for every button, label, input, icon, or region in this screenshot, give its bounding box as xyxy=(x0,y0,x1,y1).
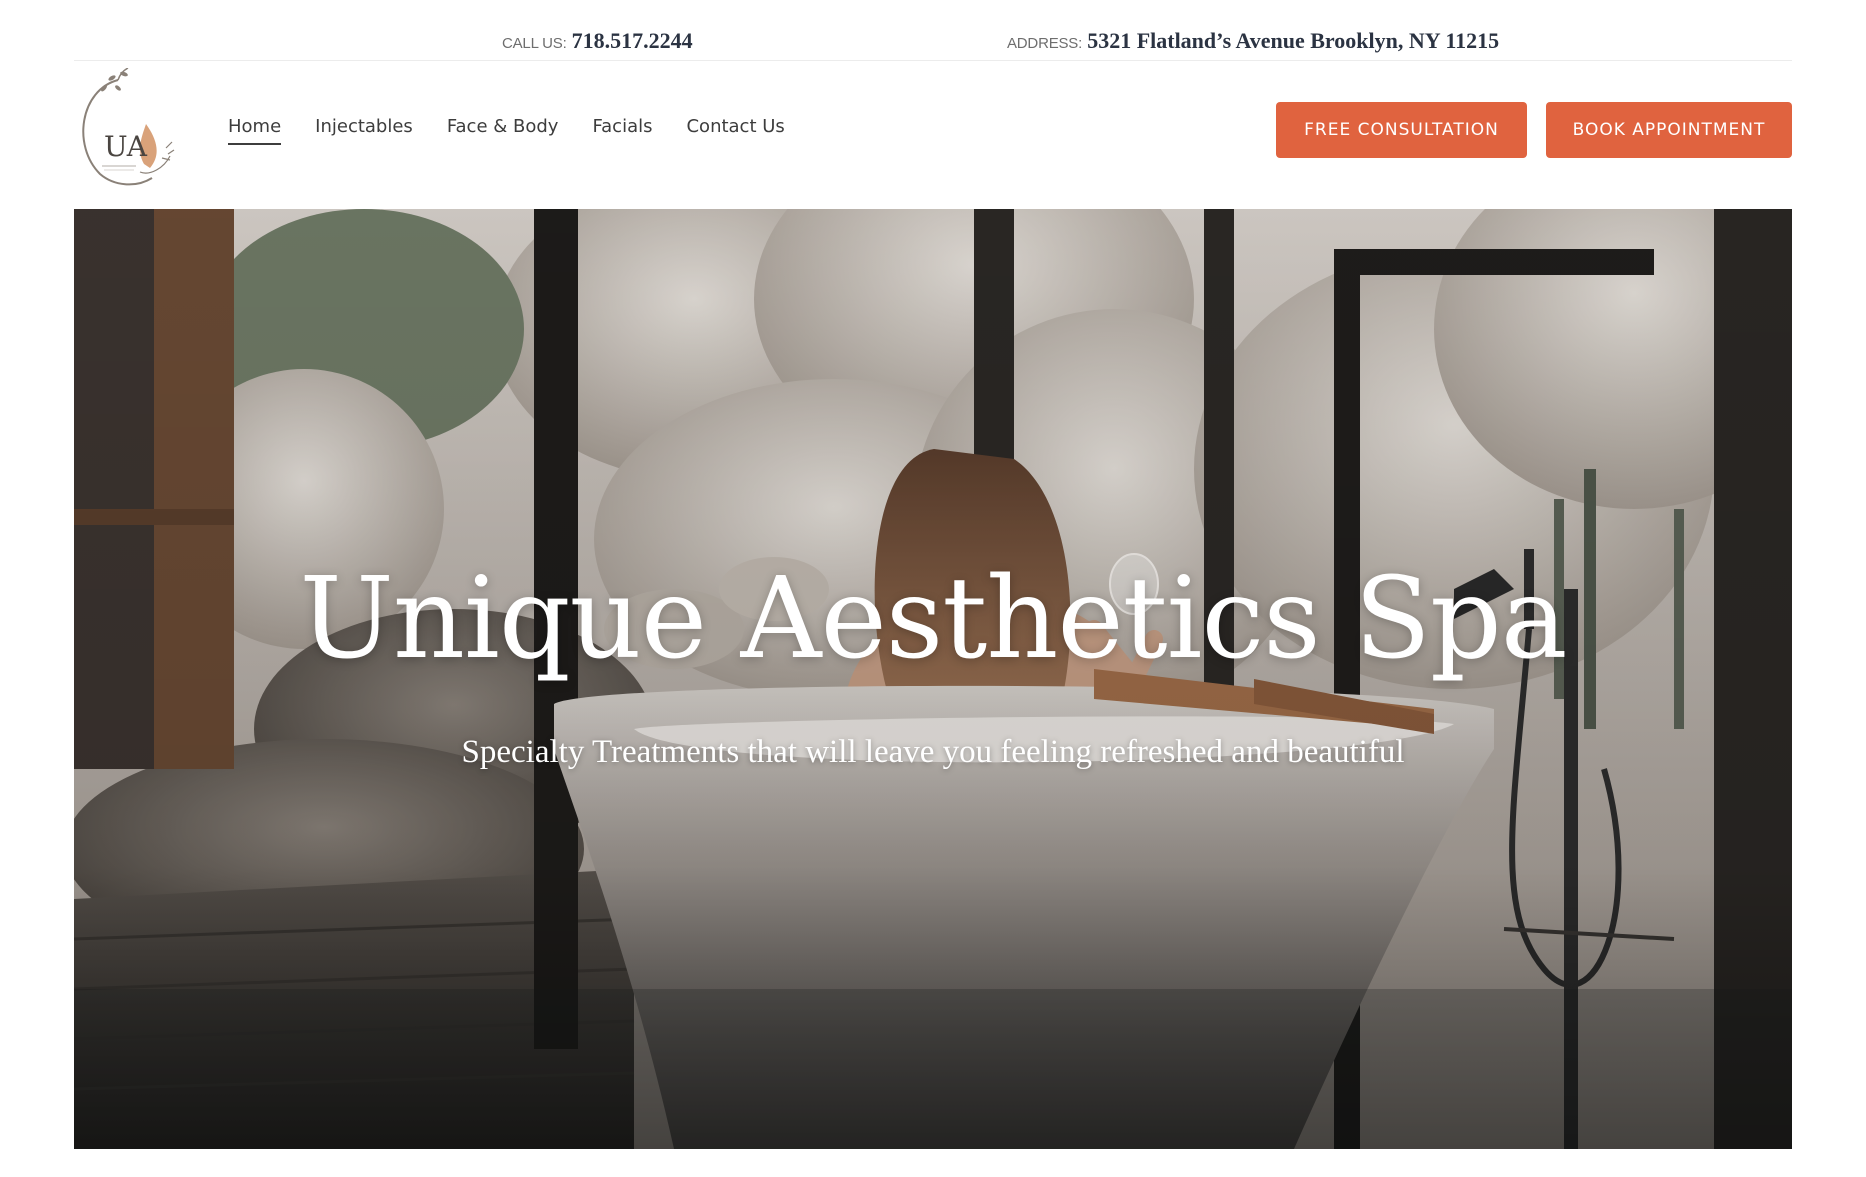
site-header: UA Home Injectables Face & Body Facials … xyxy=(74,66,1792,196)
nav-contact-us[interactable]: Contact Us xyxy=(686,116,784,145)
nav-injectables[interactable]: Injectables xyxy=(315,116,413,145)
call-us-label: CALL US: xyxy=(502,35,567,52)
phone-number[interactable]: 718.517.2244 xyxy=(572,28,693,53)
book-appointment-button[interactable]: BOOK APPOINTMENT xyxy=(1546,102,1792,158)
hero-subtitle: Specialty Treatments that will leave you… xyxy=(461,734,1405,770)
address-value: 5321 Flatland’s Avenue Brooklyn, NY 1121… xyxy=(1087,28,1500,53)
nav-face-body[interactable]: Face & Body xyxy=(447,116,559,145)
logo-emblem-icon: UA xyxy=(82,67,175,186)
main-nav: Home Injectables Face & Body Facials Con… xyxy=(228,116,785,145)
address: ADDRESS: 5321 Flatland’s Avenue Brooklyn… xyxy=(1007,28,1499,54)
nav-home[interactable]: Home xyxy=(228,116,282,145)
hero-banner: Unique Aesthetics Spa Specialty Treatmen… xyxy=(74,209,1792,1149)
call-us[interactable]: CALL US: 718.517.2244 xyxy=(502,28,693,54)
free-consultation-button[interactable]: FREE CONSULTATION xyxy=(1276,102,1527,158)
logo-text: UA xyxy=(104,130,148,163)
hero-title: Unique Aesthetics Spa xyxy=(299,554,1568,684)
site-logo[interactable]: UA xyxy=(74,67,178,192)
nav-facials[interactable]: Facials xyxy=(592,116,652,145)
contact-bar: CALL US: 718.517.2244 ADDRESS: 5321 Flat… xyxy=(74,20,1792,61)
address-label: ADDRESS: xyxy=(1007,35,1083,52)
